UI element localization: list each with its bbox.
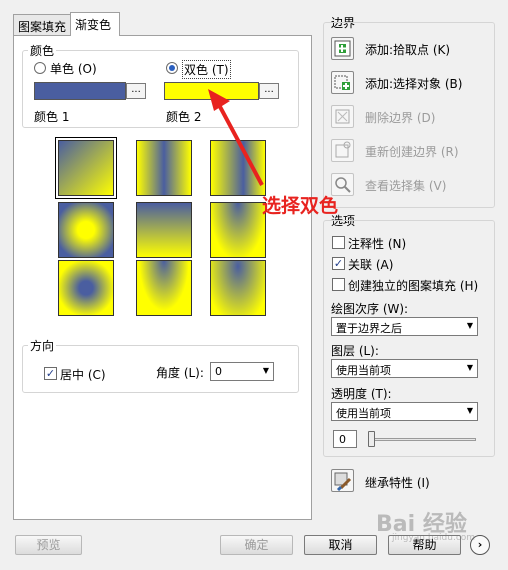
color-group-title: 颜色	[28, 42, 57, 59]
dual-color-label: 双色 (T)	[182, 60, 231, 79]
inherit-button[interactable]	[331, 469, 354, 492]
gradient-tile-vertical[interactable]	[136, 202, 192, 258]
color1-swatch[interactable]	[34, 82, 126, 100]
inherit-label: 继承特性 (I)	[365, 476, 430, 490]
draw-order-label: 绘图次序 (W):	[331, 302, 409, 316]
angle-combo[interactable]: 0	[210, 362, 274, 381]
remove-boundary-icon	[335, 109, 350, 124]
add-select-button[interactable]	[331, 71, 354, 94]
recreate-boundary-label: 重新创建边界 (R)	[365, 145, 459, 159]
orientation-group-title: 方向	[28, 337, 57, 354]
ok-button[interactable]: 确定	[220, 535, 293, 555]
transparency-label: 透明度 (T):	[331, 387, 392, 401]
associative-checkbox[interactable]: ✓	[332, 257, 345, 270]
add-pick-button[interactable]	[331, 37, 354, 60]
separate-hatch-label: 创建独立的图案填充 (H)	[348, 279, 479, 293]
gradient-tile-curved[interactable]	[136, 260, 192, 316]
cancel-button[interactable]: 取消	[304, 535, 377, 555]
centered-checkbox[interactable]: ✓	[44, 367, 57, 380]
red-arrow-annotation	[208, 89, 264, 186]
single-color-label: 单色 (O)	[50, 62, 97, 76]
annotative-label: 注释性 (N)	[348, 237, 407, 251]
gradient-tile-linear-diagonal[interactable]	[55, 137, 117, 199]
annotative-checkbox[interactable]	[332, 236, 345, 249]
single-color-radio[interactable]	[34, 62, 46, 74]
color1-label: 颜色 1	[34, 110, 70, 124]
recreate-boundary-icon	[335, 141, 351, 158]
separate-hatch-checkbox[interactable]	[332, 278, 345, 291]
add-select-icon	[334, 75, 350, 90]
recreate-boundary-button[interactable]	[331, 139, 354, 162]
add-select-label: 添加:选择对象 (B)	[365, 77, 463, 91]
paintbrush-icon	[334, 472, 352, 492]
centered-label: 居中 (C)	[60, 368, 106, 382]
transparency-combo[interactable]: 使用当前项	[331, 402, 478, 421]
add-pick-icon	[334, 40, 351, 57]
gradient-tile-inv-spherical[interactable]	[58, 260, 114, 316]
transparency-value-field[interactable]: 0	[333, 430, 357, 448]
remove-boundary-label: 删除边界 (D)	[365, 111, 436, 125]
layer-label: 图层 (L):	[331, 344, 379, 358]
tab-hatch[interactable]: 图案填充	[13, 14, 71, 35]
tab-gradient[interactable]: 渐变色	[70, 12, 120, 36]
watermark-url: jingyan.baidu.com	[392, 533, 476, 543]
view-selection-label: 查看选择集 (V)	[365, 179, 447, 193]
gradient-tile-spherical[interactable]	[58, 202, 114, 258]
associative-label: 关联 (A)	[348, 258, 394, 272]
transparency-slider-thumb[interactable]	[368, 431, 375, 447]
angle-label: 角度 (L):	[156, 366, 204, 380]
gradient-tile-hemispherical[interactable]	[210, 202, 266, 258]
gradient-tile-cylinder[interactable]	[136, 140, 192, 196]
draw-order-combo[interactable]: 置于边界之后	[331, 317, 478, 336]
color1-browse-button[interactable]: ...	[126, 83, 146, 99]
chevron-right-icon: ›	[477, 538, 483, 551]
color2-label: 颜色 2	[166, 110, 202, 124]
preview-button[interactable]: 预览	[15, 535, 82, 555]
layer-combo[interactable]: 使用当前项	[331, 359, 478, 378]
dual-color-radio[interactable]	[166, 62, 178, 74]
transparency-slider-track[interactable]	[368, 438, 476, 441]
remove-boundary-button[interactable]	[331, 105, 354, 128]
add-pick-label: 添加:拾取点 (K)	[365, 43, 451, 57]
annotation-text: 选择双色	[262, 195, 339, 217]
gradient-tile-inv-curved[interactable]	[210, 260, 266, 316]
